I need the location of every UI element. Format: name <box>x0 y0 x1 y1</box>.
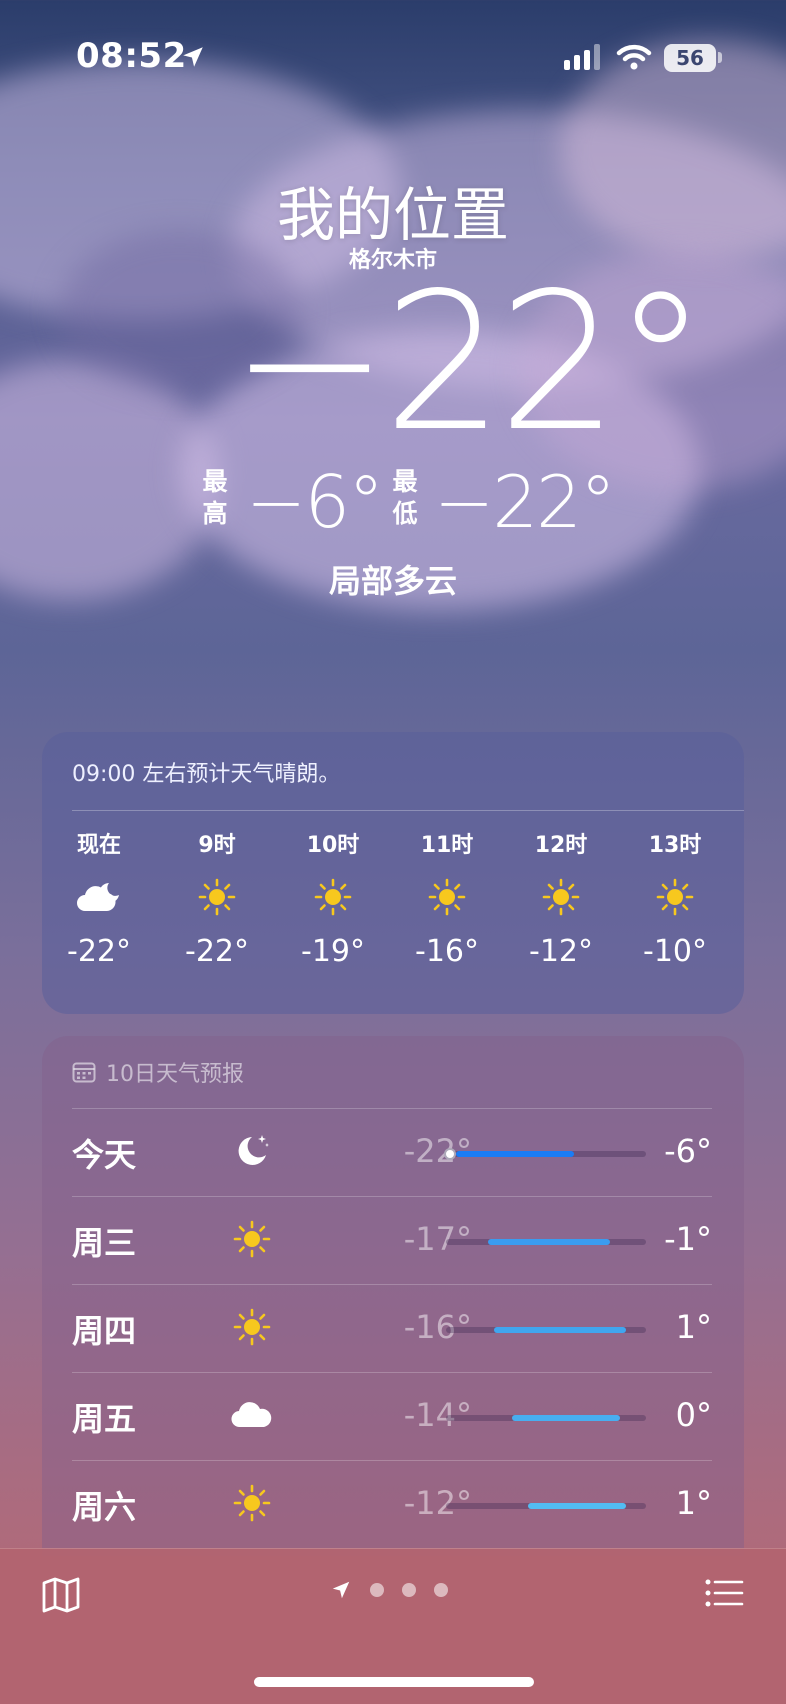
forecast-day-row[interactable]: 今天 -22° -6° <box>42 1108 744 1196</box>
hour-label: 现在 <box>76 833 121 858</box>
temperature-range-fill <box>456 1151 574 1157</box>
cloud-icon <box>224 1390 280 1440</box>
day-name: 周四 <box>72 1312 137 1350</box>
partly-cloudy-night-icon <box>44 864 154 930</box>
sun-icon <box>224 1302 280 1352</box>
temperature-range-bar <box>446 1327 646 1333</box>
hour-column: 11时 -16° <box>392 828 502 974</box>
page-indicator[interactable] <box>330 1579 448 1601</box>
forecast-day-row[interactable]: 周六 -12° 1° <box>42 1460 744 1548</box>
high-temperature: −6° <box>246 460 384 544</box>
day-high-temperature: 1° <box>675 1484 712 1522</box>
temperature-range-fill <box>488 1239 610 1245</box>
hour-label: 10时 <box>306 833 360 858</box>
hour-column: 10时 -19° <box>278 828 388 974</box>
day-high-temperature: -6° <box>664 1132 712 1170</box>
status-bar: 08:52 56 <box>0 0 786 110</box>
sun-icon <box>162 864 272 930</box>
status-time: 08:52 <box>76 36 187 76</box>
cellular-signal-icon <box>564 44 600 70</box>
day-name: 今天 <box>72 1136 137 1174</box>
day-name: 周六 <box>72 1488 137 1526</box>
sun-icon <box>620 864 730 930</box>
sun-icon <box>506 864 616 930</box>
temperature-range-fill <box>494 1327 626 1333</box>
page-dot[interactable] <box>434 1583 448 1597</box>
temperature-range-fill <box>528 1503 626 1509</box>
temperature-range-bar <box>446 1239 646 1245</box>
hour-temperature: -19° <box>301 934 365 969</box>
location-arrow-icon <box>183 47 203 67</box>
current-location-page-icon[interactable] <box>330 1579 352 1601</box>
battery-tip <box>718 52 722 63</box>
bottom-toolbar <box>0 1548 786 1704</box>
hour-label: 13时 <box>648 833 702 858</box>
map-icon[interactable] <box>40 1575 82 1615</box>
hour-temperature: -22° <box>185 934 249 969</box>
temperature-range-bar <box>446 1503 646 1509</box>
day-high-temperature: -1° <box>664 1220 712 1258</box>
moon-stars-icon <box>224 1126 280 1176</box>
hour-column: 9时 -22° <box>162 828 272 974</box>
wifi-icon <box>616 44 652 70</box>
divider <box>72 810 744 811</box>
ten-day-forecast-card[interactable]: 10日天气预报 今天 -22° -6° 周三 -17° -1° 周四 -16° … <box>42 1036 744 1556</box>
ten-day-header: 10日天气预报 <box>72 1056 244 1088</box>
hour-column: 12时 -12° <box>506 828 616 974</box>
hour-label: 11时 <box>420 833 474 858</box>
hourly-forecast-card[interactable]: 09:00 左右预计天气晴朗。 现在 -22° 9时 -22° 10时 -19°… <box>42 732 744 1014</box>
day-name: 周五 <box>72 1400 137 1438</box>
day-high-temperature: 0° <box>675 1396 712 1434</box>
hour-temperature: -22° <box>67 934 131 969</box>
hour-temperature: -16° <box>415 934 479 969</box>
hourly-summary: 09:00 左右预计天气晴朗。 <box>72 762 341 787</box>
hour-label: 9时 <box>198 833 236 858</box>
forecast-day-row[interactable]: 周五 -14° 0° <box>42 1372 744 1460</box>
ten-day-title: 10日天气预报 <box>106 1062 244 1087</box>
location-title: 我的位置 <box>276 181 509 249</box>
list-icon[interactable] <box>704 1577 744 1609</box>
calendar-icon <box>72 1062 96 1083</box>
low-temperature: −22° <box>434 460 616 544</box>
day-high-temperature: 1° <box>675 1308 712 1346</box>
page-dot[interactable] <box>370 1583 384 1597</box>
sun-icon <box>278 864 388 930</box>
hour-temperature: -10° <box>643 934 707 969</box>
battery-indicator: 56 <box>664 44 716 72</box>
forecast-day-row[interactable]: 周四 -16° 1° <box>42 1284 744 1372</box>
high-label: 最高 <box>202 467 228 528</box>
weather-condition: 局部多云 <box>328 562 457 600</box>
sun-icon <box>224 1478 280 1528</box>
sun-icon <box>224 1214 280 1264</box>
sun-icon <box>392 864 502 930</box>
hour-label: 12时 <box>534 833 588 858</box>
day-name: 周三 <box>72 1224 137 1262</box>
temperature-range-bar <box>444 1148 646 1160</box>
low-label: 最低 <box>392 467 418 528</box>
temperature-range-fill <box>512 1415 620 1421</box>
temperature-range-bar <box>446 1415 646 1421</box>
current-temp-marker <box>444 1148 456 1160</box>
page-dot[interactable] <box>402 1583 416 1597</box>
forecast-day-row[interactable]: 周三 -17° -1° <box>42 1196 744 1284</box>
hour-temperature: -12° <box>529 934 593 969</box>
hour-column: 现在 -22° <box>44 828 154 974</box>
current-temperature: −22° <box>230 252 708 473</box>
home-indicator[interactable] <box>254 1677 534 1687</box>
hour-column: 13时 -10° <box>620 828 730 974</box>
